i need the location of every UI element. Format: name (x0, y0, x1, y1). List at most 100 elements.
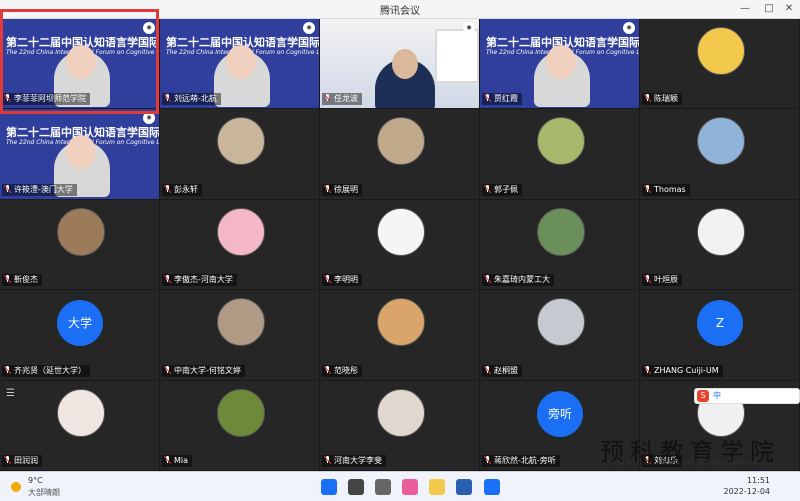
mic-muted-icon (164, 184, 171, 193)
avatar (57, 388, 105, 437)
participant-nametag: Thomas (642, 183, 690, 196)
participant-tile[interactable]: 中南大学-何铭文婷 (160, 290, 320, 381)
participant-tile[interactable]: ◉ 任龙波 (320, 19, 480, 110)
participant-tile[interactable]: 大学 齐兆贤（延世大学） (0, 290, 160, 381)
avatar (377, 298, 425, 347)
mic-muted-icon (484, 94, 491, 103)
participant-name: 贾红霞 (494, 94, 518, 104)
participant-name: 李傲杰-河南大学 (174, 275, 233, 285)
participant-name: ZHANG Cuiji-UM (654, 365, 719, 375)
camera-icon: ◉ (463, 22, 475, 34)
participant-nametag: 朱嘉琦内蒙工大 (482, 274, 554, 287)
mic-muted-icon (324, 184, 331, 193)
participant-name: 陈瑞颖 (654, 94, 678, 104)
clock[interactable]: 11:51 2022-12-04 (724, 475, 771, 497)
participant-tile[interactable]: Mia (160, 380, 320, 471)
folder-icon[interactable] (429, 478, 446, 495)
participant-nametag: 彭永轩 (162, 183, 202, 196)
mic-muted-icon (644, 94, 651, 103)
participant-name: 叶烜辰 (654, 275, 678, 285)
ime-toolbar[interactable]: S 中 (694, 388, 800, 404)
participant-tile[interactable]: 李傲杰-河南大学 (160, 199, 320, 291)
participant-tile[interactable]: 河南大学李斐 (320, 380, 480, 471)
mic-muted-icon (324, 365, 331, 374)
participant-tile[interactable]: 范晓彤 (320, 290, 480, 381)
participant-tile[interactable]: 第二十二届中国认知语言学国际论坛The 22nd China Internati… (0, 109, 160, 200)
mic-muted-icon (484, 275, 491, 284)
participant-nametag: 中南大学-何铭文婷 (162, 364, 245, 377)
start-icon[interactable] (321, 478, 337, 495)
participant-nametag: 田润润 (2, 454, 42, 467)
participant-nametag: 叶烜辰 (642, 274, 682, 287)
participant-tile[interactable]: 朱嘉琦内蒙工大 (480, 199, 640, 291)
word-icon[interactable] (456, 478, 473, 495)
participant-tile[interactable]: 彭永轩 (160, 109, 320, 200)
participant-nametag: 赵桐盟 (482, 364, 522, 377)
participant-name: Thomas (654, 184, 686, 194)
weather-widget[interactable]: 9°C 大部晴朗 (8, 475, 88, 499)
participant-tile[interactable]: Z ZHANG Cuiji-UM (640, 290, 800, 381)
avatar (537, 117, 585, 166)
participant-tile[interactable]: 第二十二届中国认知语言学国际论坛The 22nd China Internati… (160, 19, 320, 110)
mic-muted-icon (484, 455, 491, 464)
participant-nametag: Mia (162, 454, 193, 467)
watermark-subtext: SCHOOL OF PREPARATORY EDUCATION (610, 460, 758, 467)
mic-muted-icon (4, 184, 11, 193)
mic-muted-icon (484, 365, 491, 374)
participant-nametag: 任龙波 (322, 93, 362, 106)
participant-nametag: 郭子佩 (482, 183, 522, 196)
participant-name: 朱嘉琦内蒙工大 (494, 275, 550, 285)
mic-muted-icon (644, 275, 651, 284)
avatar (377, 207, 425, 256)
minimize-icon[interactable]: — (734, 0, 756, 18)
participant-tile[interactable]: 陈瑞颖 (640, 19, 800, 110)
participant-nametag: 贾红霞 (482, 93, 522, 106)
participant-name: 刘远萌-北航 (174, 94, 217, 104)
close-icon[interactable]: ✕ (778, 0, 800, 18)
avatar-initials: 大学 (57, 300, 103, 347)
participant-name: 河南大学李斐 (334, 455, 382, 465)
ime-language[interactable]: 中 (713, 390, 721, 401)
restore-icon[interactable]: □ (758, 0, 780, 18)
participant-tile[interactable]: Thomas (640, 109, 800, 200)
mic-muted-icon (644, 365, 651, 374)
camera-icon: ◉ (143, 112, 155, 125)
avatar (377, 117, 425, 166)
search-icon[interactable] (348, 478, 365, 495)
mic-muted-icon (164, 94, 171, 103)
participant-tile[interactable]: 靳俊杰 (0, 199, 160, 291)
weather-desc: 大部晴朗 (28, 488, 60, 497)
participant-tile[interactable]: 徐展明 (320, 109, 480, 200)
video-window (435, 29, 479, 83)
participant-tile[interactable]: 郭子佩 (480, 109, 640, 200)
avatar (697, 27, 745, 75)
weather-temp: 9°C (28, 476, 43, 485)
participant-name: 任龙波 (334, 94, 358, 104)
participant-tile[interactable]: 李明明 (320, 199, 480, 291)
participant-tile[interactable]: 叶烜辰 (640, 199, 800, 291)
avatar (377, 388, 425, 437)
avatar (697, 207, 745, 256)
highlight-frame (0, 9, 159, 114)
participant-name: 李明明 (334, 275, 358, 285)
avatar (217, 388, 265, 437)
participant-tile[interactable]: ☰ 田润润 (0, 380, 160, 471)
participant-tile[interactable]: 第二十二届中国认知语言学国际论坛The 22nd China Internati… (480, 19, 640, 110)
mic-muted-icon (324, 94, 331, 103)
mic-muted-icon (164, 275, 171, 284)
taskview-icon[interactable] (375, 478, 392, 495)
mic-muted-icon (4, 275, 11, 284)
mic-muted-icon (164, 365, 171, 374)
participant-nametag: 河南大学李斐 (322, 454, 386, 467)
mic-muted-icon (4, 365, 11, 374)
meeting-icon[interactable] (483, 478, 500, 495)
browser-icon[interactable] (402, 478, 419, 495)
clock-date: 2022-12-04 (723, 487, 771, 496)
camera-icon: ◉ (303, 22, 315, 34)
mic-muted-icon (164, 455, 171, 464)
menu-icon[interactable]: ☰ (6, 388, 20, 399)
participant-name: 中南大学-何铭文婷 (174, 365, 241, 375)
participant-tile[interactable]: 赵桐盟 (480, 290, 640, 381)
avatar (217, 117, 265, 166)
clock-time: 11:51 (746, 476, 770, 485)
